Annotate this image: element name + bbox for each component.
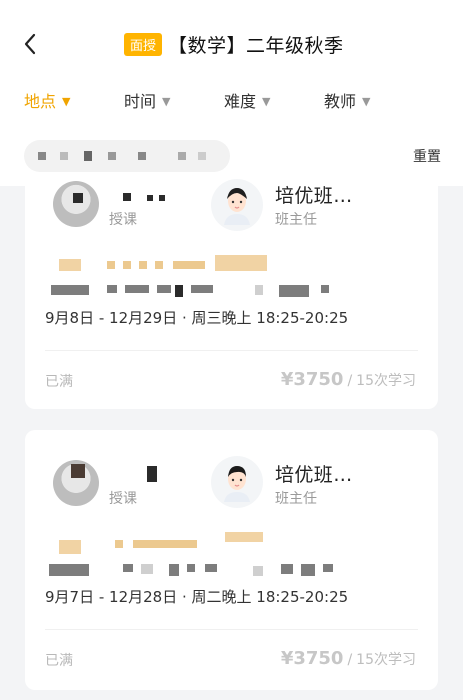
teaching-role-label: 授课: [109, 491, 137, 507]
filter-bar: 地点 ▼ 时间 ▼ 难度 ▼ 教师 ▼: [0, 70, 463, 127]
reset-button[interactable]: 重置: [413, 146, 441, 166]
chevron-left-icon: [24, 33, 36, 55]
filter-label: 地点: [24, 92, 57, 111]
caret-down-icon: ▼: [62, 94, 71, 108]
price-info: ¥3750 / 15次学习: [281, 648, 416, 669]
filter-teacher[interactable]: 教师 ▼: [324, 88, 370, 112]
class-teacher-name: 培优班…: [275, 464, 353, 486]
class-teacher-role-label: 班主任: [275, 212, 317, 228]
schedule-text: 9月8日 - 12月29日 · 周三晚上 18:25-20:25: [45, 309, 349, 327]
session-count: 15次学习: [356, 373, 416, 389]
filter-location[interactable]: 地点 ▼: [24, 88, 70, 112]
course-card[interactable]: 授课 培优班… 班主任 9月7日 - 12月28日 · 周二晚上 18:25-2…: [25, 430, 438, 690]
divider: [45, 350, 418, 351]
price-separator: /: [347, 652, 353, 668]
selected-filter-chips[interactable]: [24, 140, 230, 172]
class-teacher-name: 培优班…: [275, 185, 353, 207]
caret-down-icon: ▼: [362, 94, 371, 108]
avatar-icon: [224, 466, 250, 502]
filter-label: 时间: [124, 92, 157, 111]
caret-down-icon: ▼: [262, 94, 271, 108]
status-badge: 已满: [45, 374, 73, 390]
price-separator: /: [347, 373, 353, 389]
class-teacher-avatar: [211, 179, 263, 231]
avatar-icon: [224, 188, 250, 225]
price-info: ¥3750 / 15次学习: [281, 369, 416, 390]
class-teacher-avatar: [211, 456, 263, 508]
session-count: 15次学习: [356, 652, 416, 668]
divider: [45, 629, 418, 630]
filter-difficulty[interactable]: 难度 ▼: [224, 88, 270, 112]
price-amount: ¥3750: [280, 648, 344, 669]
status-badge: 已满: [45, 653, 73, 669]
teacher-avatar-blurred: [53, 181, 99, 227]
filter-label: 难度: [224, 92, 257, 111]
teaching-role-label: 授课: [109, 212, 137, 228]
page-title: 面授 【数学】二年级秋季: [124, 30, 344, 58]
schedule-text: 9月7日 - 12月28日 · 周二晚上 18:25-20:25: [45, 588, 349, 606]
price-amount: ¥3750: [280, 369, 344, 390]
course-title: 【数学】二年级秋季: [168, 34, 344, 57]
back-button[interactable]: [18, 30, 42, 58]
filter-label: 教师: [324, 92, 357, 111]
caret-down-icon: ▼: [162, 94, 171, 108]
course-card[interactable]: 授课 培优班… 班主任 9月8日 - 12月29日 · 周三晚上 18:25-2…: [25, 175, 438, 409]
course-type-badge: 面授: [124, 32, 163, 56]
filter-time[interactable]: 时间 ▼: [124, 88, 170, 112]
class-teacher-role-label: 班主任: [275, 491, 317, 507]
